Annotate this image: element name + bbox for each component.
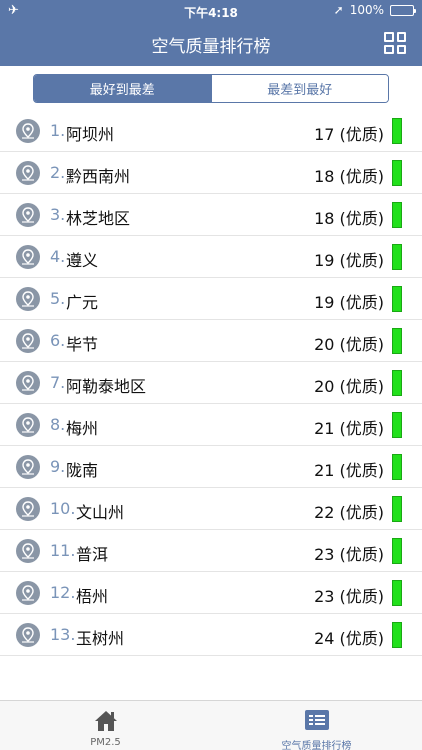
- list-item[interactable]: 10. 文山州 22 (优质): [0, 488, 422, 530]
- rank-number: 3.: [50, 205, 66, 224]
- quality-indicator-bar: [392, 286, 402, 312]
- aqi-value: 23 (优质): [314, 545, 384, 564]
- location-pin-icon: [16, 581, 40, 605]
- aqi-value: 21 (优质): [314, 461, 384, 480]
- sort-segmented-control: 最好到最差 最差到最好: [33, 74, 389, 103]
- quality-indicator-bar: [392, 370, 402, 396]
- list-item[interactable]: 8. 梅州 21 (优质): [0, 404, 422, 446]
- location-pin-icon: [16, 329, 40, 353]
- ranking-list-icon: [304, 710, 329, 730]
- city-name: 陇南: [66, 461, 99, 480]
- tab-pm25-label: PM2.5: [90, 737, 121, 748]
- location-pin-icon: [16, 539, 40, 563]
- list-item[interactable]: 11. 普洱 23 (优质): [0, 530, 422, 572]
- aqi-value: 19 (优质): [314, 293, 384, 312]
- city-name: 文山州: [76, 503, 125, 522]
- aqi-value: 22 (优质): [314, 503, 384, 522]
- aqi-value: 20 (优质): [314, 377, 384, 396]
- aqi-value: 19 (优质): [314, 251, 384, 270]
- tab-bar: PM2.5 空气质量排行榜: [0, 700, 422, 750]
- list-item[interactable]: 4. 遵义 19 (优质): [0, 236, 422, 278]
- quality-indicator-bar: [392, 118, 402, 144]
- city-name: 遵义: [66, 251, 99, 270]
- rank-number: 2.: [50, 163, 66, 182]
- battery-percent: 100%: [349, 3, 384, 17]
- location-pin-icon: [16, 413, 40, 437]
- list-item[interactable]: 12. 梧州 23 (优质): [0, 572, 422, 614]
- quality-indicator-bar: [392, 538, 402, 564]
- rank-number: 5.: [50, 289, 66, 308]
- nav-bar: 空气质量排行榜: [0, 22, 422, 66]
- quality-indicator-bar: [392, 496, 402, 522]
- location-arrow-icon: ➚: [333, 3, 344, 17]
- quality-indicator-bar: [392, 244, 402, 270]
- quality-indicator-bar: [392, 580, 402, 606]
- tab-pm25[interactable]: PM2.5: [0, 701, 211, 750]
- city-name: 广元: [66, 293, 99, 312]
- rank-number: 8.: [50, 415, 66, 434]
- aqi-value: 18 (优质): [314, 209, 384, 228]
- battery-icon: [390, 4, 416, 16]
- location-pin-icon: [16, 287, 40, 311]
- aqi-value: 18 (优质): [314, 167, 384, 186]
- list-item[interactable]: 2. 黔西南州 18 (优质): [0, 152, 422, 194]
- rank-number: 9.: [50, 457, 66, 476]
- quality-indicator-bar: [392, 202, 402, 228]
- quality-indicator-bar: [392, 160, 402, 186]
- quality-indicator-bar: [392, 412, 402, 438]
- rank-number: 12.: [50, 583, 76, 602]
- segment-best-to-worst[interactable]: 最好到最差: [34, 75, 211, 102]
- list-item[interactable]: 9. 陇南 21 (优质): [0, 446, 422, 488]
- location-pin-icon: [16, 119, 40, 143]
- rank-number: 7.: [50, 373, 66, 392]
- city-name: 林芝地区: [66, 209, 131, 228]
- rank-number: 13.: [50, 625, 76, 644]
- aqi-value: 23 (优质): [314, 587, 384, 606]
- city-name: 毕节: [66, 335, 99, 354]
- quality-indicator-bar: [392, 328, 402, 354]
- rank-number: 11.: [50, 541, 76, 560]
- grid-menu-icon[interactable]: [384, 32, 406, 54]
- rank-number: 4.: [50, 247, 66, 266]
- city-name: 梧州: [76, 587, 109, 606]
- status-bar: ✈ 下午4:18 ➚ 100%: [0, 0, 422, 22]
- list-item[interactable]: 1. 阿坝州 17 (优质): [0, 110, 422, 152]
- quality-indicator-bar: [392, 454, 402, 480]
- location-pin-icon: [16, 623, 40, 647]
- quality-indicator-bar: [392, 622, 402, 648]
- city-name: 黔西南州: [66, 167, 131, 186]
- aqi-value: 24 (优质): [314, 629, 384, 648]
- location-pin-icon: [16, 245, 40, 269]
- location-pin-icon: [16, 371, 40, 395]
- list-item[interactable]: 5. 广元 19 (优质): [0, 278, 422, 320]
- page-title: 空气质量排行榜: [151, 37, 271, 57]
- aqi-value: 17 (优质): [314, 125, 384, 144]
- status-right: ➚ 100%: [333, 3, 416, 17]
- list-item[interactable]: 6. 毕节 20 (优质): [0, 320, 422, 362]
- rank-number: 10.: [50, 499, 76, 518]
- city-name: 阿坝州: [66, 125, 115, 144]
- city-name: 玉树州: [76, 629, 125, 648]
- rank-number: 1.: [50, 121, 66, 140]
- home-icon: [94, 711, 117, 731]
- segment-worst-to-best[interactable]: 最差到最好: [210, 75, 388, 102]
- location-pin-icon: [16, 455, 40, 479]
- ranking-list: 1. 阿坝州 17 (优质) 2. 黔西南州 18 (优质) 3. 林芝地区 18 (优质) 4.…: [0, 110, 422, 656]
- tab-ranking-label: 空气质量排行榜: [281, 741, 352, 750]
- list-item[interactable]: 7. 阿勒泰地区 20 (优质): [0, 362, 422, 404]
- tab-ranking[interactable]: 空气质量排行榜: [211, 701, 422, 750]
- location-pin-icon: [16, 161, 40, 185]
- city-name: 阿勒泰地区: [66, 377, 147, 396]
- list-item[interactable]: 3. 林芝地区 18 (优质): [0, 194, 422, 236]
- location-pin-icon: [16, 203, 40, 227]
- aqi-value: 21 (优质): [314, 419, 384, 438]
- city-name: 普洱: [76, 545, 109, 564]
- location-pin-icon: [16, 497, 40, 521]
- city-name: 梅州: [66, 419, 99, 438]
- aqi-value: 20 (优质): [314, 335, 384, 354]
- rank-number: 6.: [50, 331, 66, 350]
- list-item[interactable]: 13. 玉树州 24 (优质): [0, 614, 422, 656]
